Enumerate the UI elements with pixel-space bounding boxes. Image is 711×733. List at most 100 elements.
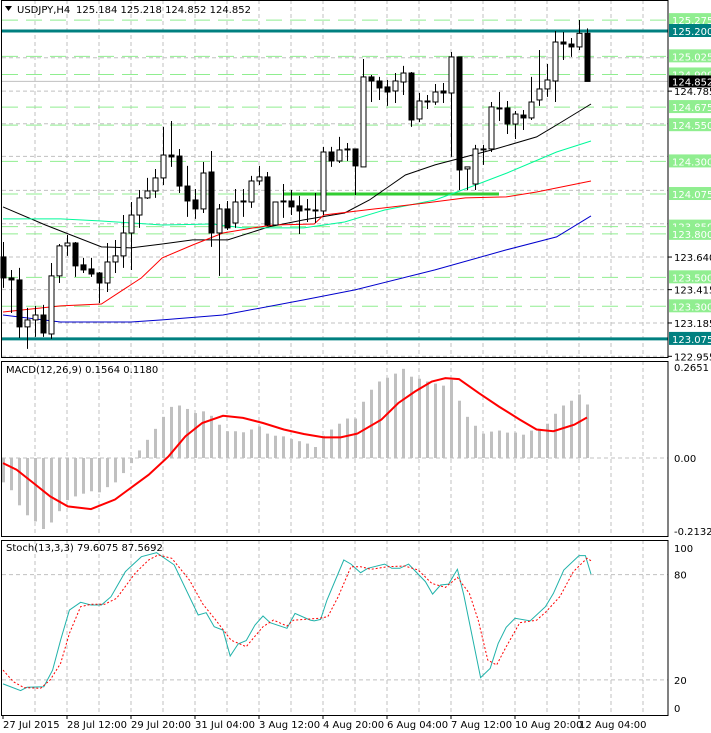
macd-histogram-bar — [26, 458, 29, 516]
macd-histogram-bar — [418, 378, 421, 458]
candle-body — [464, 166, 471, 170]
macd-histogram-bar — [330, 429, 333, 458]
bear-candle — [504, 100, 511, 135]
candle-body — [160, 154, 167, 179]
macd-histogram-bar — [546, 423, 549, 458]
price-tick-label: 123.415 — [674, 286, 711, 297]
bear-candle — [208, 150, 215, 247]
candle-body — [224, 208, 231, 229]
macd-histogram-bar — [530, 430, 533, 458]
macd-histogram-bar — [442, 385, 445, 458]
macd-histogram-bar — [474, 425, 477, 458]
panel-border — [1, 540, 669, 716]
bull-candle — [280, 184, 287, 218]
time-label: 27 Jul 2015 — [3, 720, 60, 731]
candle-body — [24, 319, 31, 328]
bull-candle — [320, 146, 327, 216]
level-label: 124.075 — [672, 190, 711, 201]
bear-candle — [456, 56, 463, 190]
level-label: 125.200 — [672, 27, 711, 38]
candle-body — [368, 76, 375, 82]
macd-histogram-bar — [114, 458, 117, 483]
candle-body — [544, 79, 551, 90]
stoch-tick-label: 20 — [674, 676, 687, 687]
ma-green-line — [3, 140, 592, 229]
bear-candle — [264, 171, 271, 227]
candle-body — [272, 201, 279, 226]
candle-body — [176, 155, 183, 187]
candle-body — [344, 148, 351, 151]
bull-candle — [576, 19, 583, 50]
bear-candle — [16, 267, 23, 338]
candle-body — [296, 205, 303, 212]
candle-body — [40, 314, 47, 334]
bull-candle — [496, 92, 503, 121]
macd-histogram-bar — [2, 458, 5, 483]
bear-candle — [168, 120, 175, 167]
macd-histogram-bar — [106, 458, 109, 488]
macd-histogram-bar — [426, 381, 429, 458]
stoch-panel — [2, 552, 592, 692]
candle-body — [64, 242, 71, 247]
bull-candle — [104, 242, 111, 292]
candle-body — [456, 56, 463, 171]
macd-histogram-bar — [394, 373, 397, 458]
bull-candle — [48, 262, 55, 339]
candle-body — [568, 43, 575, 48]
bull-candle — [256, 165, 263, 186]
macd-histogram-bar — [98, 458, 101, 493]
macd-histogram-bar — [162, 416, 165, 458]
macd-histogram-bar — [578, 394, 581, 458]
ohlc-readout: 125.184 125.218 124.852 124.852 — [76, 5, 251, 16]
macd-histogram-bar — [450, 379, 453, 458]
macd-histogram-bar — [130, 458, 133, 464]
macd-title: MACD(12,26,9) 0.1564 0.1180 — [6, 365, 158, 376]
macd-histogram-bar — [42, 458, 45, 530]
macd-histogram-bar — [82, 458, 85, 494]
candle-body — [336, 149, 343, 162]
macd-histogram-bar — [258, 426, 261, 458]
bull-candle — [528, 76, 535, 120]
bull-candle — [112, 239, 119, 273]
macd-histogram-bar — [402, 368, 405, 458]
candle-body — [312, 209, 319, 212]
price-tick-label: 124.785 — [674, 87, 711, 98]
level-label: 123.075 — [672, 335, 711, 346]
time-label: 10 Aug 20:00 — [515, 720, 582, 731]
level-label: 124.300 — [672, 157, 711, 168]
bear-candle — [440, 83, 447, 104]
macd-histogram-bar — [234, 431, 237, 458]
macd-panel — [2, 368, 589, 530]
candle-body — [264, 176, 271, 226]
macd-histogram-bar — [346, 418, 349, 458]
macd-histogram-bar — [218, 424, 221, 458]
horizontal-levels[interactable] — [2, 19, 668, 341]
time-label: 12 Aug 04:00 — [579, 720, 646, 731]
macd-histogram-bar — [290, 439, 293, 458]
bear-candle — [88, 257, 95, 277]
bull-candle — [464, 166, 471, 190]
stoch-tick-label: 0 — [674, 704, 680, 715]
macd-histogram-bar — [266, 433, 269, 458]
macd-histogram-bar — [74, 458, 77, 497]
candle-body — [112, 255, 119, 263]
candle-body — [304, 208, 311, 211]
macd-histogram-bar — [50, 458, 53, 523]
bull-candle — [536, 49, 543, 106]
macd-histogram-bar — [298, 441, 301, 458]
level-label: 124.675 — [672, 103, 711, 114]
candle-body — [536, 88, 543, 101]
candle-body — [528, 101, 535, 119]
macd-tick-label: -0.2132 — [674, 527, 711, 538]
bull-candle — [272, 201, 279, 227]
price-axis: 124.785 123.640 123.415 123.185 122.955 125.2… — [668, 13, 711, 715]
candle-body — [496, 107, 503, 110]
level-label: 125.025 — [672, 52, 711, 63]
candle-body — [248, 180, 255, 203]
candle-body — [96, 272, 103, 284]
macd-histogram-bar — [274, 435, 277, 458]
macd-histogram-bar — [586, 404, 589, 458]
bear-candle — [80, 257, 87, 273]
dropdown-triangle-icon[interactable] — [5, 6, 12, 11]
candle-body — [232, 201, 239, 224]
